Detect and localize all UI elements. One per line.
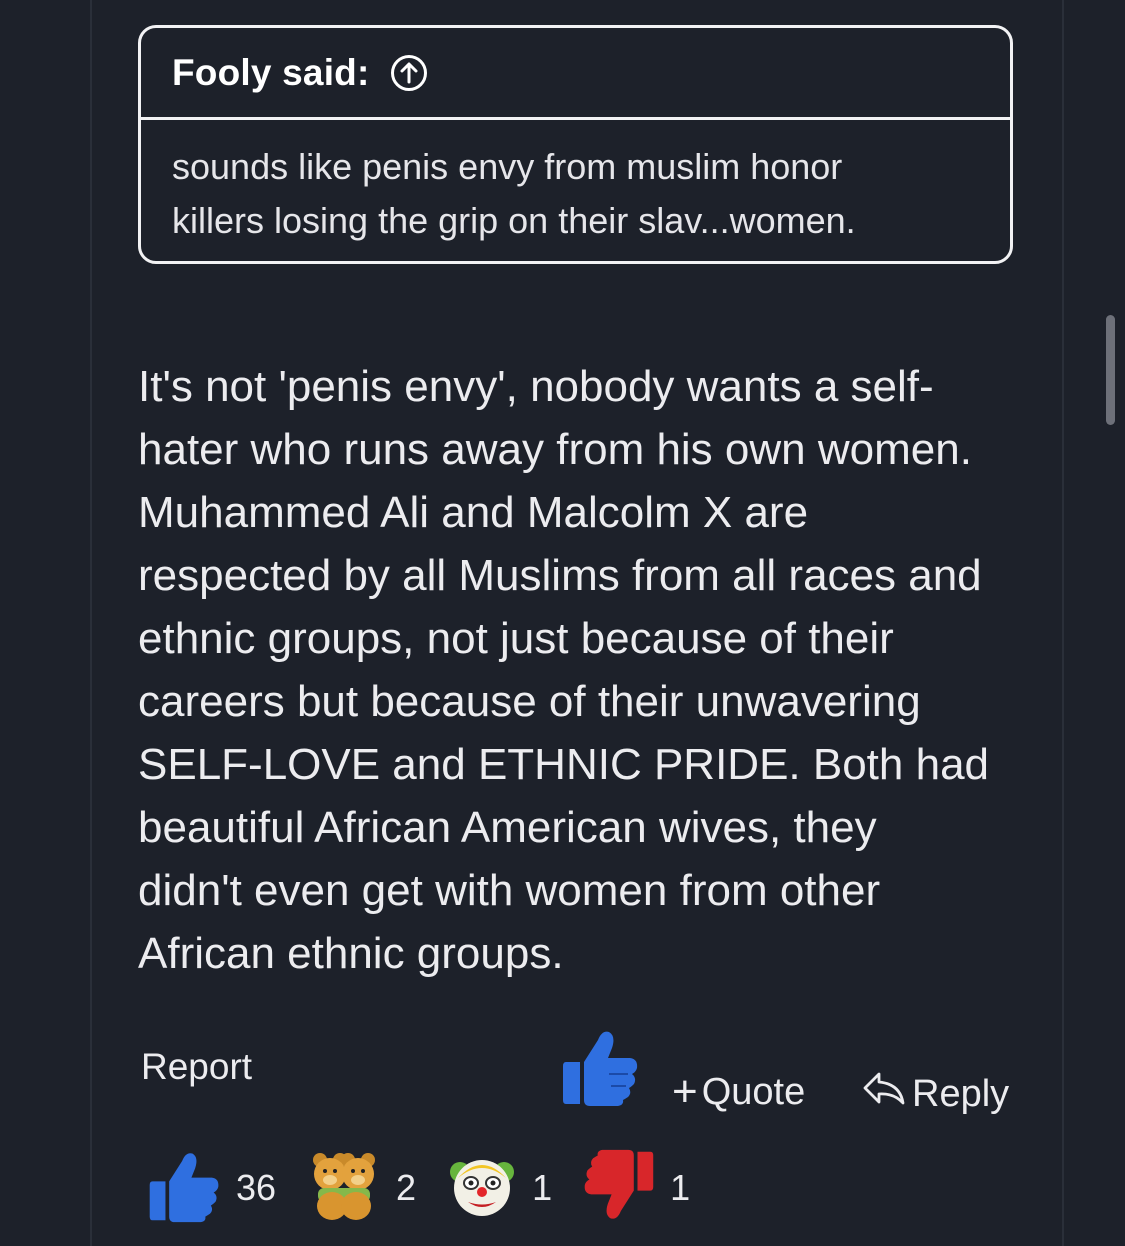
thumbs-up-icon: [146, 1148, 222, 1229]
left-divider: [90, 0, 92, 1246]
post-line: ethnic groups, not just because of their: [138, 614, 894, 663]
quote-button-label: Quote: [701, 1070, 806, 1113]
thumbs-down-icon: [582, 1148, 656, 1229]
quote-line: sounds like penis envy from muslim honor: [172, 146, 843, 187]
post-line: didn't even get with women from other: [138, 866, 881, 915]
reaction-hug[interactable]: 2: [306, 1150, 416, 1227]
thread-page: Fooly said: sounds like penis envy from …: [0, 0, 1125, 1246]
reply-arrow-icon: [862, 1070, 912, 1118]
scrollbar-thumb[interactable]: [1106, 315, 1115, 425]
right-divider: [1062, 0, 1064, 1246]
quote-button[interactable]: + Quote: [672, 1070, 805, 1114]
quote-header: Fooly said:: [141, 28, 1010, 120]
quote-author: Fooly said:: [172, 51, 370, 93]
post-line: beautiful African American wives, they: [138, 803, 877, 852]
post-line: respected by all Muslims from all races …: [138, 551, 982, 600]
clown-face-icon: [446, 1150, 518, 1227]
reaction-dislike[interactable]: 1: [582, 1148, 690, 1229]
post-line: Muhammed Ali and Malcolm X are: [138, 488, 809, 537]
post-line: African ethnic groups.: [138, 929, 564, 978]
post-line: careers but because of their unwavering: [138, 677, 921, 726]
jump-to-quote-icon[interactable]: [390, 54, 428, 92]
reply-button-label: Reply: [912, 1072, 1010, 1115]
post-line: It's not 'penis envy', nobody wants a se…: [138, 362, 934, 411]
reaction-like[interactable]: 36: [146, 1148, 276, 1229]
reaction-count: 1: [670, 1167, 691, 1208]
reply-button[interactable]: Reply: [862, 1070, 1009, 1118]
post-line: SELF-LOVE and ETHNIC PRIDE. Both had: [138, 740, 990, 789]
reaction-count: 2: [396, 1167, 417, 1208]
reaction-count: 1: [532, 1167, 553, 1208]
post-line: hater who runs away from his own women.: [138, 425, 972, 474]
reactions-summary: 36 2 1 1: [146, 1148, 720, 1228]
quote-line: killers losing the grip on their slav...…: [172, 200, 856, 241]
quoted-message: Fooly said: sounds like penis envy from …: [138, 25, 1013, 264]
report-link[interactable]: Report: [141, 1046, 252, 1088]
plus-icon: +: [672, 1067, 698, 1116]
reaction-clown[interactable]: 1: [446, 1150, 552, 1227]
reaction-count: 36: [236, 1167, 277, 1208]
thumbs-up-icon: [560, 1031, 640, 1112]
like-button[interactable]: [560, 1026, 640, 1108]
hug-bears-icon: [306, 1150, 382, 1227]
quote-text: sounds like penis envy from muslim honor…: [141, 120, 1010, 248]
post-body: It's not 'penis envy', nobody wants a se…: [138, 355, 1038, 985]
